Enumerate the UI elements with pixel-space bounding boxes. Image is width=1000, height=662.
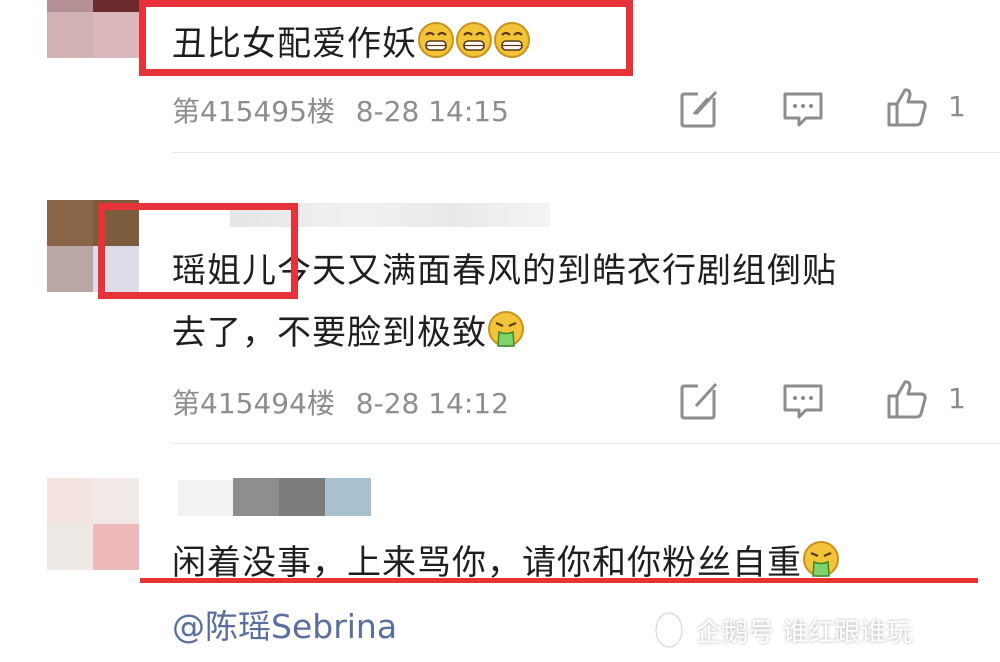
divider [172,152,1000,153]
thumbs-up-icon[interactable] [886,378,928,420]
comment-meta: 第415495楼 8-28 14:15 [172,90,509,130]
divider [172,443,1000,444]
comment-icon[interactable] [782,380,824,422]
highlight-underline [140,578,978,583]
avatar[interactable] [47,478,139,570]
blurred-username [325,478,371,516]
comment-text: 闲着没事，上来骂你，请你和你粉丝自重 [172,535,840,584]
vomit-emoji-icon [803,541,839,577]
blurred-username [178,480,233,516]
floor-number: 第415495楼 [172,95,335,128]
comment-icon[interactable] [782,88,824,130]
like-count: 1 [948,90,966,123]
vomit-emoji-icon [488,311,524,347]
penguin-logo-icon [654,611,684,649]
blurred-username [233,478,279,516]
timestamp: 8-28 14:12 [355,387,509,420]
thumbs-up-icon[interactable] [886,86,928,128]
floor-number: 第415494楼 [172,387,335,420]
watermark: 企鹅号 谁红跟谁玩 [696,618,913,648]
like-count: 1 [948,382,966,415]
edit-icon[interactable] [678,380,720,422]
avatar[interactable] [47,0,139,58]
blurred-username [279,478,325,516]
highlight-box [139,0,633,76]
mention-link[interactable]: @陈瑶Sebrina [172,600,397,648]
timestamp: 8-28 14:15 [355,95,509,128]
comment-meta: 第415494楼 8-28 14:12 [172,382,509,422]
comment-text: 去了，不要脸到极致 [172,305,525,354]
highlight-box [98,203,298,299]
edit-icon[interactable] [678,88,720,130]
